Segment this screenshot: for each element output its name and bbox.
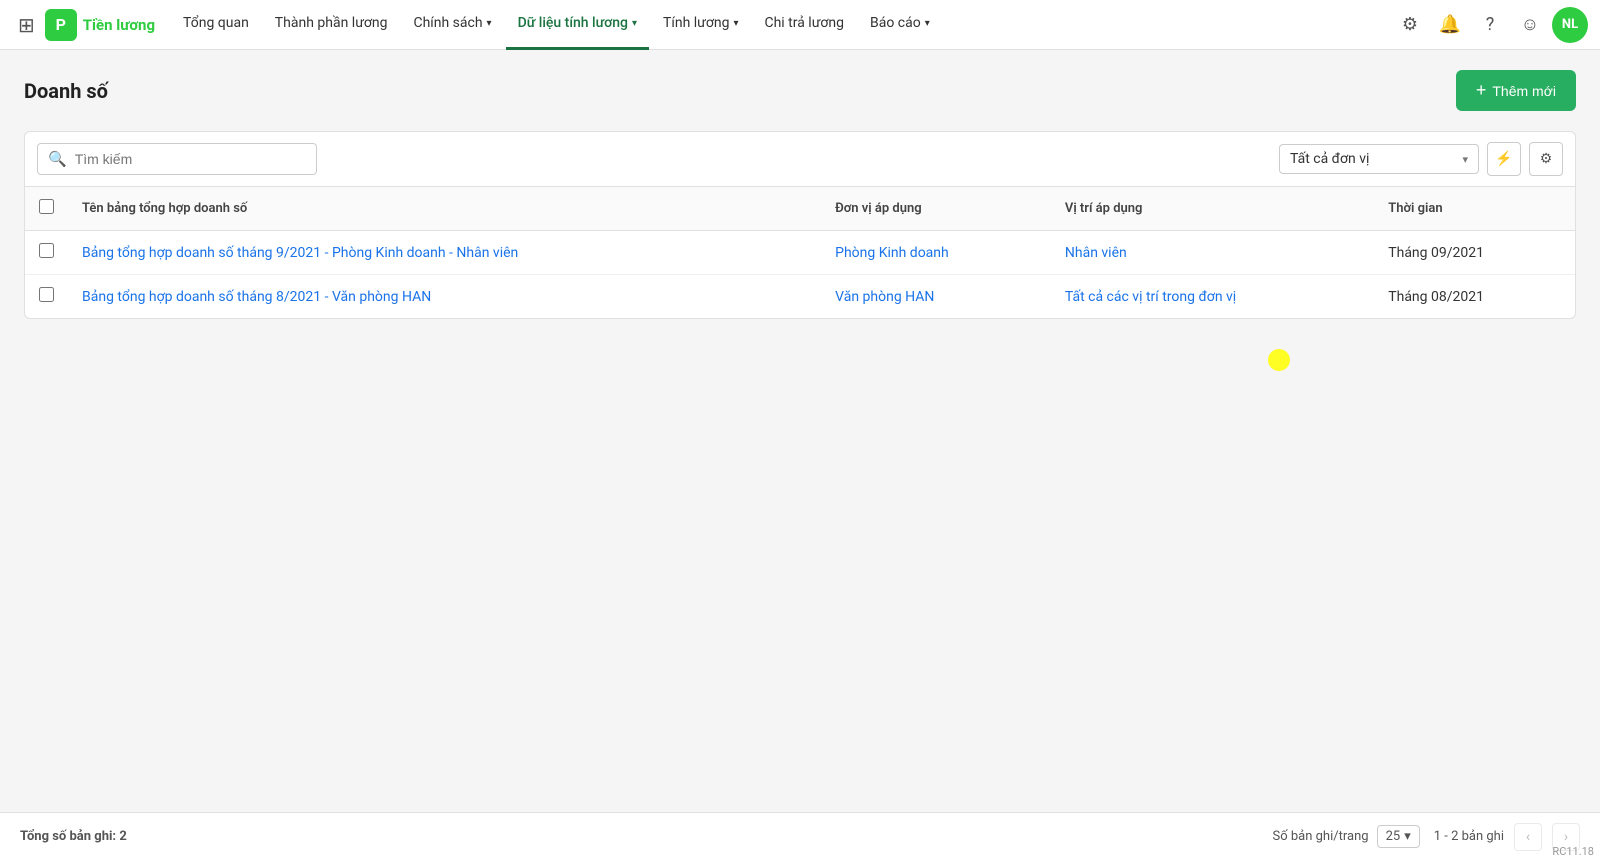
footer: Tổng số bản ghi: 2 Số bản ghi/trang 25 ▾… xyxy=(0,812,1600,860)
per-page-select[interactable]: 25 ▾ xyxy=(1377,825,1420,848)
du-lieu-chevron-icon: ▾ xyxy=(632,18,637,29)
per-page-control: Số bản ghi/trang 25 ▾ xyxy=(1272,825,1419,848)
settings-icon[interactable]: ⚙ xyxy=(1392,7,1428,43)
row-1-checkbox-cell[interactable] xyxy=(25,231,68,275)
row-2-checkbox-cell[interactable] xyxy=(25,275,68,319)
col-name: Tên bảng tổng hợp doanh số xyxy=(68,187,821,231)
search-icon: 🔍 xyxy=(48,150,67,168)
row-1-checkbox[interactable] xyxy=(39,243,54,258)
data-table: Tên bảng tổng hợp doanh số Đơn vị áp dụn… xyxy=(25,187,1575,318)
chinh-sach-chevron-icon: ▾ xyxy=(487,18,492,29)
total-records: Tổng số bản ghi: 2 xyxy=(20,829,127,844)
nav-tong-quan[interactable]: Tổng quan xyxy=(171,0,261,50)
row-1-position[interactable]: Nhân viên xyxy=(1051,231,1374,275)
row-1-time: Tháng 09/2021 xyxy=(1374,231,1575,275)
row-2-checkbox[interactable] xyxy=(39,287,54,302)
filter-icon[interactable]: ⚡ xyxy=(1487,142,1521,176)
col-time: Thời gian xyxy=(1374,187,1575,231)
nav-tinh-luong[interactable]: Tính lương ▾ xyxy=(651,0,750,50)
row-2-name[interactable]: Bảng tổng hợp doanh số tháng 8/2021 - Vă… xyxy=(68,275,821,319)
nav-chinh-sach[interactable]: Chính sách ▾ xyxy=(401,0,503,50)
select-all-checkbox[interactable] xyxy=(39,199,54,214)
top-navigation: ⊞ P Tiền lương Tổng quan Thành phần lươn… xyxy=(0,0,1600,50)
table-row: Bảng tổng hợp doanh số tháng 9/2021 - Ph… xyxy=(25,231,1575,275)
search-box[interactable]: 🔍 xyxy=(37,143,317,175)
notification-icon[interactable]: 🔔 xyxy=(1432,7,1468,43)
col-position: Vị trí áp dụng xyxy=(1051,187,1374,231)
data-table-wrap: Tên bảng tổng hợp doanh số Đơn vị áp dụn… xyxy=(24,187,1576,319)
unit-filter-select[interactable]: Tất cả đơn vị ▾ xyxy=(1279,144,1479,174)
search-input[interactable] xyxy=(75,151,306,167)
tinh-luong-chevron-icon: ▾ xyxy=(733,18,738,29)
help-icon[interactable]: ? xyxy=(1472,7,1508,43)
page-title: Doanh số xyxy=(24,79,108,103)
per-page-chevron-icon: ▾ xyxy=(1404,829,1411,844)
version-tag: RC11.18 xyxy=(1546,843,1600,860)
logo-icon: P xyxy=(45,9,77,41)
prev-page-button[interactable]: ‹ xyxy=(1514,823,1542,851)
app-logo: P Tiền lương xyxy=(45,9,155,41)
page-header: Doanh số + Thêm mới xyxy=(24,70,1576,111)
row-2-unit[interactable]: Văn phòng HAN xyxy=(821,275,1051,319)
apps-grid-icon[interactable]: ⊞ xyxy=(12,7,41,43)
main-content: Doanh số + Thêm mới 🔍 Tất cả đơn vị ▾ ⚡ … xyxy=(0,50,1600,812)
row-1-unit[interactable]: Phòng Kinh doanh xyxy=(821,231,1051,275)
nav-chi-tra-luong[interactable]: Chi trả lương xyxy=(752,0,856,50)
nav-icons: ⚙ 🔔 ? ☺ NL xyxy=(1392,7,1588,43)
col-unit: Đơn vị áp dụng xyxy=(821,187,1051,231)
bao-cao-chevron-icon: ▾ xyxy=(925,18,930,29)
logo-text: Tiền lương xyxy=(83,16,155,34)
add-button[interactable]: + Thêm mới xyxy=(1456,70,1576,111)
toolbar: 🔍 Tất cả đơn vị ▾ ⚡ ⚙ xyxy=(24,131,1576,187)
table-row: Bảng tổng hợp doanh số tháng 8/2021 - Vă… xyxy=(25,275,1575,319)
total-count: 2 xyxy=(119,829,126,844)
avatar[interactable]: NL xyxy=(1552,7,1588,43)
filter-chevron-icon: ▾ xyxy=(1462,153,1468,166)
column-settings-icon[interactable]: ⚙ xyxy=(1529,142,1563,176)
nav-menu: Tổng quan Thành phần lương Chính sách ▾ … xyxy=(171,0,1388,50)
footer-right: Số bản ghi/trang 25 ▾ 1 - 2 bản ghi ‹ › xyxy=(1272,823,1580,851)
row-1-name[interactable]: Bảng tổng hợp doanh số tháng 9/2021 - Ph… xyxy=(68,231,821,275)
select-all-header[interactable] xyxy=(25,187,68,231)
toolbar-right: Tất cả đơn vị ▾ ⚡ ⚙ xyxy=(1279,142,1563,176)
emoji-icon[interactable]: ☺ xyxy=(1512,7,1548,43)
nav-bao-cao[interactable]: Báo cáo ▾ xyxy=(858,0,942,50)
plus-icon: + xyxy=(1476,80,1487,101)
row-2-time: Tháng 08/2021 xyxy=(1374,275,1575,319)
nav-du-lieu-tinh-luong[interactable]: Dữ liệu tính lương ▾ xyxy=(506,0,649,50)
row-2-position[interactable]: Tất cả các vị trí trong đơn vị xyxy=(1051,275,1374,319)
nav-thanh-phan-luong[interactable]: Thành phần lương xyxy=(263,0,400,50)
